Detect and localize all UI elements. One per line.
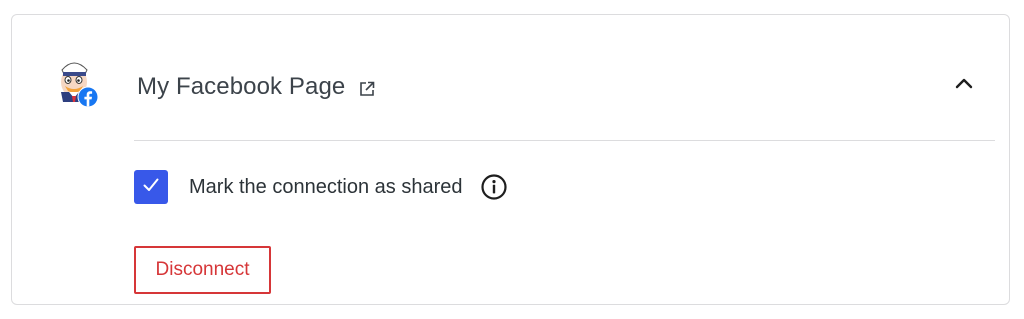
account-avatar (56, 58, 100, 108)
disconnect-button[interactable]: Disconnect (134, 246, 271, 294)
section-divider (134, 140, 995, 141)
shared-connection-row: Mark the connection as shared (134, 170, 508, 204)
external-link-icon[interactable] (357, 79, 377, 99)
collapse-toggle-button[interactable] (948, 69, 980, 101)
chevron-up-icon (954, 76, 974, 94)
checkmark-icon (141, 175, 161, 200)
connection-card: My Facebook Page Mark the connection as … (11, 14, 1010, 305)
shared-connection-label[interactable]: Mark the connection as shared (189, 176, 463, 199)
page-title: My Facebook Page (137, 73, 346, 100)
info-icon[interactable] (480, 173, 508, 201)
connection-header: My Facebook Page (137, 71, 377, 103)
shared-connection-checkbox[interactable] (134, 170, 168, 204)
facebook-badge-icon (77, 86, 99, 108)
